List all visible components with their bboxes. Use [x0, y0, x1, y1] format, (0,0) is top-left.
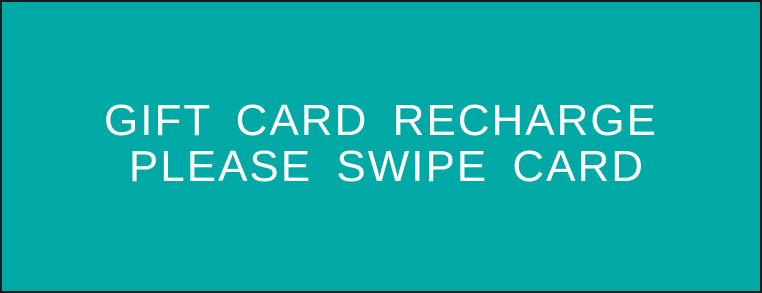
terminal-display: GIFT CARD RECHARGE PLEASE SWIPE CARD	[0, 0, 762, 293]
prompt-message: GIFT CARD RECHARGE PLEASE SWIPE CARD	[2, 98, 760, 190]
message-title: GIFT CARD RECHARGE	[104, 96, 658, 145]
message-instruction: PLEASE SWIPE CARD	[128, 142, 646, 191]
